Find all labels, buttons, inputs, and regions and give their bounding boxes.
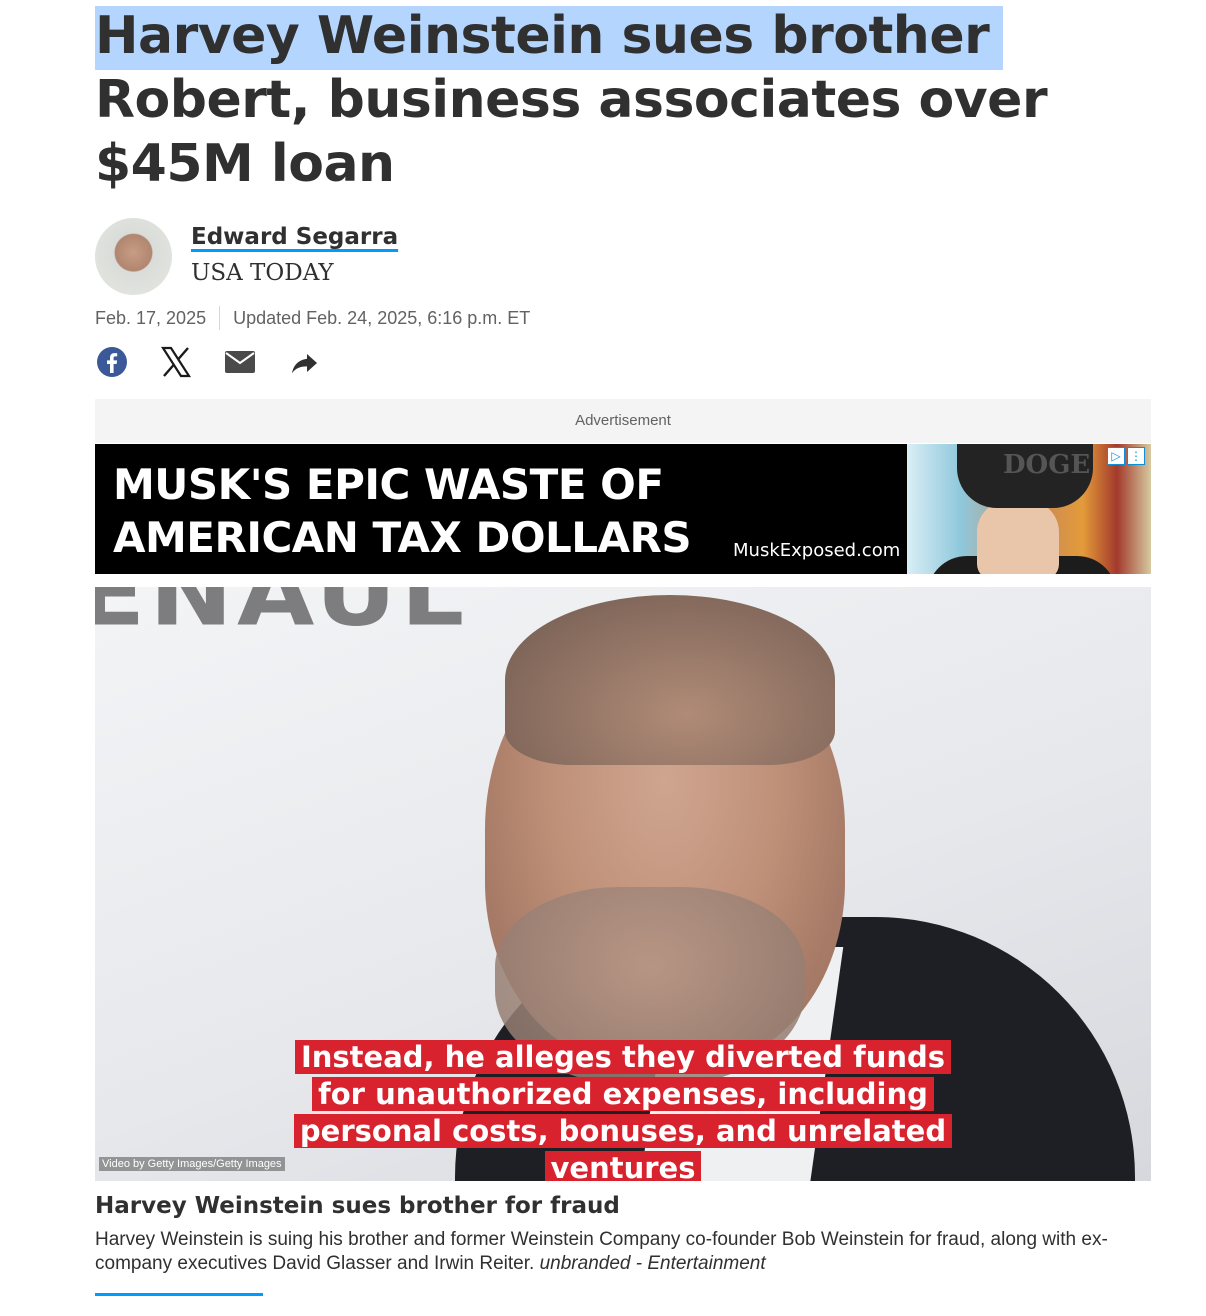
- video-description: Harvey Weinstein is suing his brother an…: [95, 1228, 1135, 1276]
- ad-cap-text: DOGE: [1003, 450, 1091, 480]
- share-icon[interactable]: [287, 344, 321, 380]
- headline-rest: Robert, business associates over $45M lo…: [95, 70, 1048, 194]
- author-name-link[interactable]: Edward Segarra: [191, 224, 398, 250]
- ad-domain: MuskExposed.com: [733, 540, 901, 561]
- email-icon[interactable]: [223, 344, 257, 380]
- video-title[interactable]: Harvey Weinstein sues brother for fraud: [95, 1193, 620, 1219]
- ad-line1: MUSK'S EPIC WASTE OF: [113, 460, 664, 509]
- video-credit: Video by Getty Images/Getty Images: [99, 1157, 285, 1171]
- ad-headline: MUSK'S EPIC WASTE OF AMERICAN TAX DOLLAR…: [113, 458, 692, 564]
- share-bar: [95, 344, 321, 380]
- headline-selected-text: Harvey Weinstein sues brother: [95, 6, 1004, 70]
- published-date: Feb. 17, 2025: [95, 307, 207, 328]
- facebook-icon[interactable]: [95, 344, 129, 380]
- ad-image-face: [977, 500, 1059, 574]
- video-backdrop-text: ENAUL: [95, 587, 469, 647]
- video-player[interactable]: ENAUL Instead, he alleges they diverted …: [95, 587, 1151, 1181]
- video-caption: Instead, he alleges they diverted funds …: [293, 1039, 953, 1181]
- advertisement-label: Advertisement: [95, 399, 1151, 443]
- ad-line2: AMERICAN TAX DOLLARS: [113, 513, 692, 562]
- video-caption-text: Instead, he alleges they diverted funds …: [293, 1040, 953, 1181]
- ad-choices: ▷ ⋮: [1107, 447, 1145, 465]
- byline: Edward Segarra USA TODAY: [95, 218, 695, 296]
- ad-banner[interactable]: MUSK'S EPIC WASTE OF AMERICAN TAX DOLLAR…: [95, 444, 1151, 574]
- author-publication: USA TODAY: [191, 260, 334, 286]
- date-divider: [219, 306, 221, 330]
- section-divider: [95, 1293, 263, 1296]
- article-headline: Harvey Weinstein sues brother Robert, bu…: [95, 4, 1055, 196]
- ad-menu-icon[interactable]: ⋮: [1127, 447, 1145, 465]
- author-avatar[interactable]: [95, 218, 172, 295]
- adchoices-icon[interactable]: ▷: [1107, 447, 1125, 465]
- updated-date: Updated Feb. 24, 2025, 6:16 p.m. ET: [233, 307, 531, 328]
- video-source: unbranded - Entertainment: [539, 1253, 766, 1274]
- ad-image-cap: DOGE: [957, 444, 1093, 508]
- video-person-hair: [505, 595, 835, 765]
- article-dates: Feb. 17, 2025 Updated Feb. 24, 2025, 6:1…: [95, 306, 530, 330]
- x-icon[interactable]: [159, 344, 193, 380]
